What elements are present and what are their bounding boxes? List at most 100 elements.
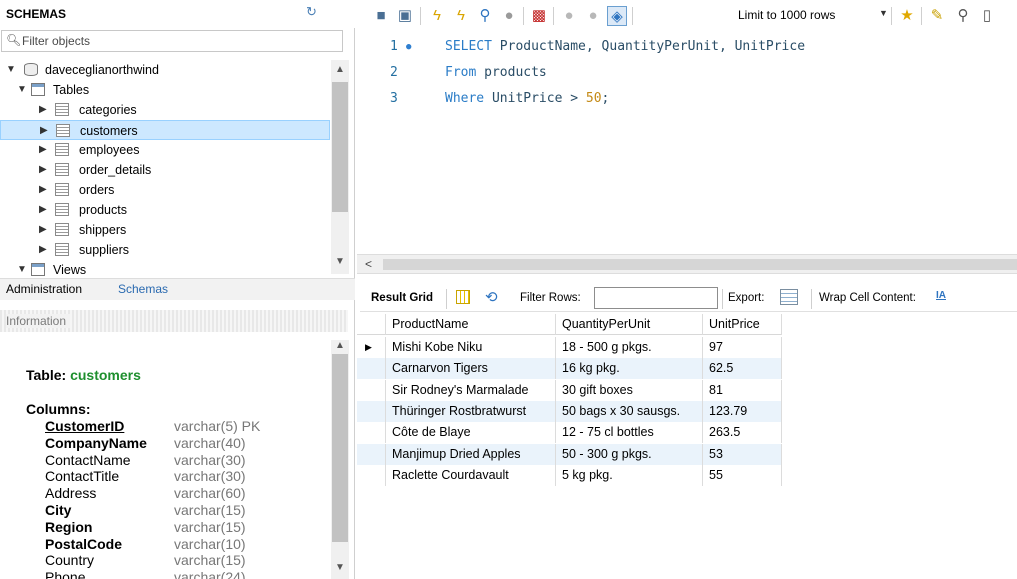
table-cell[interactable]: 16 kg pkg. <box>556 358 703 380</box>
table-cell[interactable]: 97 <box>703 337 782 358</box>
tree-item-tables[interactable]: ▼ Tables <box>0 80 330 100</box>
column-header[interactable]: QuantityPerUnit <box>556 314 703 335</box>
tree-scrollbar[interactable]: ▲ ▼ <box>331 60 349 274</box>
result-grid-tab[interactable]: Result Grid <box>371 292 433 304</box>
table-cell[interactable]: Sir Rodney's Marmalade <box>386 379 556 401</box>
tab-administration[interactable]: Administration <box>6 282 82 296</box>
table-cell[interactable]: 62.5 <box>703 358 782 380</box>
filter-objects-input[interactable] <box>22 33 322 49</box>
table-cell[interactable]: Carnarvon Tigers <box>386 358 556 380</box>
scroll-up-icon[interactable]: ▲ <box>335 340 345 351</box>
tree-item-shippers[interactable]: ▶ shippers <box>0 220 330 240</box>
info-scrollbar[interactable]: ▲ ▼ <box>331 340 349 579</box>
refresh-icon[interactable]: ⟲ <box>485 288 498 306</box>
find-icon[interactable]: ⚲ <box>953 6 973 26</box>
expand-right-icon[interactable]: ▶ <box>39 240 47 260</box>
bookmark-icon[interactable]: ★ <box>897 6 917 26</box>
row-header[interactable] <box>357 379 386 401</box>
table-row[interactable]: ▶ Mishi Kobe Niku 18 - 500 g pkgs. 97 <box>357 337 782 358</box>
refresh-icon[interactable]: ↻ <box>306 5 320 19</box>
toggle-error-icon[interactable]: ▩ <box>529 6 549 26</box>
table-cell[interactable]: Mishi Kobe Niku <box>386 337 556 358</box>
limit-rows-select[interactable]: Limit to 1000 rows ▼ <box>738 8 888 26</box>
row-header[interactable]: ▶ <box>357 337 386 358</box>
table-cell[interactable]: 81 <box>703 379 782 401</box>
table-row[interactable]: Sir Rodney's Marmalade 30 gift boxes 81 <box>357 379 782 401</box>
sql-number: 50 <box>585 91 602 106</box>
row-header[interactable] <box>357 464 386 486</box>
save-icon[interactable]: ▣ <box>395 6 415 26</box>
table-row[interactable]: Carnarvon Tigers 16 kg pkg. 62.5 <box>357 358 782 380</box>
tree-item-employees[interactable]: ▶ employees <box>0 140 330 160</box>
table-cell[interactable]: 50 - 300 g pkgs. <box>556 443 703 465</box>
commit-icon[interactable]: ● <box>559 6 579 26</box>
editor-horizontal-scrollbar[interactable]: < <box>357 254 1017 274</box>
expand-right-icon[interactable]: ▶ <box>39 140 47 160</box>
table-cell[interactable]: Côte de Blaye <box>386 422 556 444</box>
tree-item-customers[interactable]: ▶ customers <box>0 120 330 140</box>
explain-icon[interactable]: ⚲ <box>475 6 495 26</box>
execute-current-icon[interactable]: ϟ <box>451 6 471 26</box>
schemas-title: SCHEMAS <box>6 7 67 21</box>
scroll-down-icon[interactable]: ▼ <box>335 562 345 573</box>
expand-down-icon[interactable]: ▼ <box>17 260 27 278</box>
wrap-cell-content-icon[interactable]: IA <box>936 290 946 301</box>
expand-down-icon[interactable]: ▼ <box>17 80 27 100</box>
scroll-thumb[interactable] <box>383 259 1017 270</box>
rollback-icon[interactable]: ● <box>583 6 603 26</box>
scroll-thumb[interactable] <box>332 82 348 212</box>
word-wrap-icon[interactable]: ▯ <box>977 6 997 26</box>
table-cell[interactable]: Thüringer Rostbratwurst <box>386 400 556 422</box>
beautify-icon[interactable]: ✎ <box>927 6 947 26</box>
table-row[interactable]: Manjimup Dried Apples 50 - 300 g pkgs. 53 <box>357 443 782 465</box>
row-header[interactable] <box>357 443 386 465</box>
table-cell[interactable]: 5 kg pkg. <box>556 464 703 486</box>
column-header[interactable]: UnitPrice <box>703 314 782 335</box>
tab-schemas[interactable]: Schemas <box>118 282 168 296</box>
tree-item-order-details[interactable]: ▶ order_details <box>0 160 330 180</box>
table-cell[interactable]: Manjimup Dried Apples <box>386 443 556 465</box>
expand-right-icon[interactable]: ▶ <box>39 160 47 180</box>
row-header[interactable] <box>357 400 386 422</box>
row-header[interactable] <box>357 422 386 444</box>
table-cell[interactable]: 12 - 75 cl bottles <box>556 422 703 444</box>
expand-right-icon[interactable]: ▶ <box>39 220 47 240</box>
scroll-down-icon[interactable]: ▼ <box>335 256 345 267</box>
table-row[interactable]: Thüringer Rostbratwurst 50 bags x 30 saus… <box>357 400 782 422</box>
table-cell[interactable]: 55 <box>703 464 782 486</box>
export-icon[interactable] <box>780 289 798 305</box>
grid-view-icon[interactable] <box>456 290 470 304</box>
table-cell[interactable]: 30 gift boxes <box>556 379 703 401</box>
table-cell[interactable]: 53 <box>703 443 782 465</box>
column-header[interactable]: ProductName <box>386 314 556 335</box>
sql-editor[interactable]: 1 ● SELECT ProductName, QuantityPerUnit, U… <box>357 32 1017 254</box>
table-cell[interactable]: Raclette Courdavault <box>386 464 556 486</box>
table-cell[interactable]: 263.5 <box>703 422 782 444</box>
table-cell[interactable]: 18 - 500 g pkgs. <box>556 337 703 358</box>
tree-item-views[interactable]: ▼ Views <box>0 260 330 278</box>
filter-objects-box[interactable]: 🔍︎ <box>1 30 343 52</box>
open-folder-icon[interactable]: ■ <box>371 6 391 26</box>
tree-item-products[interactable]: ▶ products <box>0 200 330 220</box>
scroll-up-icon[interactable]: ▲ <box>335 64 345 75</box>
table-cell[interactable]: 50 bags x 30 sausgs. <box>556 400 703 422</box>
table-cell[interactable]: 123.79 <box>703 400 782 422</box>
table-row[interactable]: Côte de Blaye 12 - 75 cl bottles 263.5 <box>357 422 782 444</box>
scroll-left-icon[interactable]: < <box>365 257 372 271</box>
scroll-thumb[interactable] <box>332 354 348 542</box>
expand-right-icon[interactable]: ▶ <box>39 200 47 220</box>
expand-down-icon[interactable]: ▼ <box>6 60 16 80</box>
table-row[interactable]: Raclette Courdavault 5 kg pkg. 55 <box>357 464 782 486</box>
filter-rows-input[interactable] <box>594 287 718 309</box>
row-header[interactable] <box>357 358 386 380</box>
autocommit-icon[interactable]: ◈ <box>607 6 627 26</box>
stop-icon[interactable]: ● <box>499 6 519 26</box>
tree-item-suppliers[interactable]: ▶ suppliers <box>0 240 330 260</box>
tree-item-database[interactable]: ▼ daveceglianorthwind <box>0 60 330 80</box>
tree-item-categories[interactable]: ▶ categories <box>0 100 330 120</box>
expand-right-icon[interactable]: ▶ <box>39 100 47 120</box>
expand-right-icon[interactable]: ▶ <box>40 121 48 141</box>
expand-right-icon[interactable]: ▶ <box>39 180 47 200</box>
tree-item-orders[interactable]: ▶ orders <box>0 180 330 200</box>
execute-icon[interactable]: ϟ <box>427 6 447 26</box>
